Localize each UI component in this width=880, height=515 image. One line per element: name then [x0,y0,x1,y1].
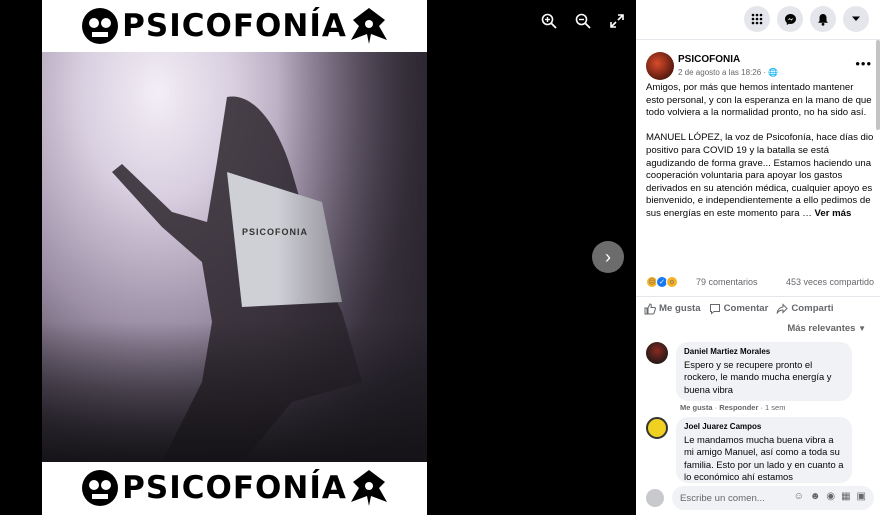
singer-photo: PSICOFONIA [42,52,427,462]
post-date-text[interactable]: 2 de agosto a las 18:26 · [678,68,766,77]
photo-viewer: PSICOFONÍA PSICOFONIA PSICOFONÍA › [0,0,636,515]
caret-down-icon[interactable] [843,6,869,32]
comment-sort-dropdown[interactable]: Más relevantes ▼ [787,323,866,334]
share-label: Comparti [791,303,834,314]
panel-scrollbar[interactable] [876,40,880,130]
comment-composer: Escribe un comen... ☺ ☻ ◉ ▦ ▣ [646,486,874,510]
commenter-name[interactable]: Daniel Martiez Morales [684,347,844,356]
skull-logo-icon [82,8,119,44]
band-logo-text: PSICOFONÍA [122,470,347,506]
commenter-avatar[interactable] [646,417,668,439]
page-avatar[interactable] [646,52,674,80]
post-panel: PSICOFONIA 2 de agosto a las 18:26 · 🌐 •… [636,0,880,515]
comment-bubble: Joel Juarez Campos Le mandamos mucha bue… [676,417,852,483]
see-more-link[interactable]: Ver más [815,208,852,219]
more-options-icon[interactable]: ••• [855,56,872,71]
bell-icon[interactable] [810,6,836,32]
sticker-icon[interactable]: ☺ [794,491,804,502]
comment-button[interactable]: Comentar [709,303,769,315]
commenter-avatar[interactable] [646,342,668,364]
photo-floor [42,322,427,462]
chevron-right-icon: › [605,246,611,267]
thumbs-up-icon [644,302,656,314]
photo-banner-bottom: PSICOFONÍA [42,462,427,514]
post-header: PSICOFONIA 2 de agosto a las 18:26 · 🌐 •… [646,52,872,82]
comment-meta: Me gusta · Responder · 1 sem [680,403,786,412]
post-photo[interactable]: PSICOFONÍA PSICOFONIA PSICOFONÍA [42,0,427,515]
skull-logo-icon [82,470,119,506]
user-avatar[interactable] [646,489,664,507]
share-button[interactable]: Comparti [776,302,834,315]
like-button[interactable]: Me gusta [644,302,701,315]
dragon-logo-icon [350,470,387,506]
post-text: Amigos, por más que hemos intentado mant… [646,82,874,233]
shares-count[interactable]: 453 veces compartido [786,277,874,287]
post-date[interactable]: 2 de agosto a las 18:26 · 🌐 [678,68,778,77]
post-author[interactable]: PSICOFONIA [678,54,740,65]
dragon-logo-icon [350,8,387,44]
comment-tools: ☺ ☻ ◉ ▦ ▣ [794,491,866,502]
comment-reply-link[interactable]: Responder [719,403,758,412]
reaction-emojis[interactable]: ☹ ✓ o [646,276,678,288]
photo-banner-top: PSICOFONÍA [42,0,427,52]
comments-count[interactable]: 79 comentarios [696,277,758,287]
comment-like-link[interactable]: Me gusta [680,403,713,412]
band-logo-text: PSICOFONÍA [122,8,347,44]
comment-bubble: Daniel Martiez Morales Espero y se recup… [676,342,852,402]
camera-icon[interactable]: ◉ [826,491,835,502]
fullscreen-icon[interactable] [608,12,626,30]
next-photo-button[interactable]: › [592,241,624,273]
post-paragraph-2-text: MANUEL LÓPEZ, la voz de Psicofonía, hace… [646,132,874,219]
messenger-icon[interactable] [777,6,803,32]
zoom-in-icon[interactable] [540,12,558,30]
wow-reaction-icon: o [666,276,678,288]
globe-icon: 🌐 [768,68,779,77]
post-paragraph-1: Amigos, por más que hemos intentado mant… [646,82,872,119]
gif-icon[interactable]: ▦ [841,491,850,502]
zoom-controls [540,12,626,30]
zoom-out-icon[interactable] [574,12,592,30]
comment-placeholder: Escribe un comen... [680,492,765,504]
sticker-alt-icon[interactable]: ▣ [857,491,866,502]
post-paragraph-2: MANUEL LÓPEZ, la voz de Psicofonía, hace… [646,132,874,220]
emoji-icon[interactable]: ☻ [810,491,821,502]
grid-menu-icon[interactable] [744,6,770,32]
share-icon [776,302,789,314]
comment-time[interactable]: 1 sem [765,403,785,412]
sort-label: Más relevantes [787,323,856,334]
post-actions: Me gusta Comentar Comparti [636,296,880,320]
top-bar [636,0,880,40]
commenter-name[interactable]: Joel Juarez Campos [684,422,844,431]
comment-label: Comentar [723,303,769,314]
caret-down-icon: ▼ [858,324,866,333]
comment-icon [709,303,720,315]
like-label: Me gusta [659,303,701,314]
comment-text: Espero y se recupere pronto el rockero, … [684,359,832,395]
reactions-bar: ☹ ✓ o 79 comentarios 453 veces compartid… [646,276,874,290]
comment-text: Le mandamos mucha buena vibra a mi amigo… [684,434,844,483]
